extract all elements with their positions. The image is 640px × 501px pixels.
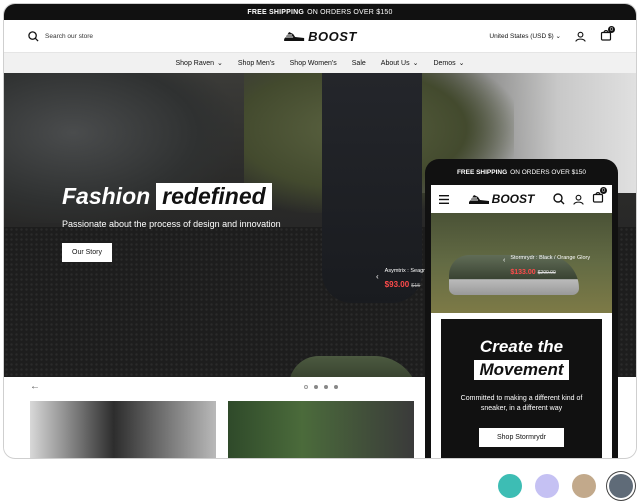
hotspot-old-price: $15 [411, 283, 421, 289]
search-icon[interactable] [553, 193, 565, 205]
theme-color-swatches [498, 474, 633, 498]
account-icon[interactable] [575, 31, 586, 42]
nav-label: Sale [351, 59, 366, 67]
search-icon [28, 30, 39, 42]
mobile-promo-title-line1: Create the [479, 337, 564, 356]
mobile-announcement-bold: FREE SHIPPING [456, 168, 508, 176]
color-swatch-teal[interactable] [498, 474, 522, 498]
carousel-dots [304, 385, 338, 389]
cart-count-badge: 0 [608, 26, 615, 33]
browser-frame: FREE SHIPPING ON ORDERS OVER $150 Search… [3, 3, 637, 459]
mobile-announcement-text: ON ORDERS OVER $150 [510, 168, 587, 176]
mobile-hotspot-price: $133.00 [510, 269, 536, 276]
currency-selector[interactable]: United States (USD $) ⌄ [489, 32, 561, 40]
main-nav: Shop Raven ⌄ Shop Men's Shop Women's Sale… [4, 52, 636, 73]
nav-demos[interactable]: Demos ⌄ [433, 59, 465, 68]
nav-sale[interactable]: Sale [352, 60, 366, 67]
arrow-left-icon[interactable]: ← [30, 381, 40, 392]
announcement-bold: FREE SHIPPING [247, 8, 305, 16]
hamburger-menu-icon[interactable] [439, 194, 449, 204]
mobile-promo-text: Committed to making a different kind of … [460, 395, 583, 413]
shoe-logo-icon [468, 195, 489, 204]
site-logo[interactable]: BOOST [283, 29, 357, 44]
nav-shop-raven[interactable]: Shop Raven ⌄ [175, 59, 223, 68]
chevron-left-icon: ‹ [376, 272, 379, 281]
hero-subtitle: Passionate about the process of design a… [62, 219, 281, 229]
mobile-cart-count-badge: 0 [600, 187, 607, 194]
search-field[interactable]: Search our store [28, 30, 94, 42]
nav-label: About Us [380, 59, 410, 67]
collection-card-image[interactable] [228, 401, 414, 458]
announcement-text: ON ORDERS OVER $150 [307, 8, 393, 16]
nav-label: Shop Men's [237, 59, 275, 67]
nav-label: Demos [433, 59, 456, 67]
color-swatch-tan[interactable] [572, 474, 596, 498]
chevron-down-icon: ⌄ [555, 33, 561, 40]
nav-label: Shop Raven [175, 59, 215, 67]
mobile-header: BOOST 0 [431, 185, 612, 213]
nav-shop-womens[interactable]: Shop Women's [290, 60, 337, 67]
color-swatch-slate[interactable] [609, 474, 633, 498]
chevron-left-icon: ‹ [503, 257, 506, 264]
mobile-cart-button[interactable]: 0 [592, 187, 607, 208]
mobile-hotspot-old-price: $200.00 [537, 270, 556, 276]
mobile-hero: ‹ Stormrydr : Black / Orange Glory $133.… [431, 213, 612, 313]
nav-about-us[interactable]: About Us ⌄ [380, 59, 419, 68]
hero-title-plain: Fashion [62, 183, 151, 209]
nav-shop-mens[interactable]: Shop Men's [238, 60, 275, 67]
mobile-promo-content: Create the Movement Committed to making … [441, 319, 602, 458]
carousel-dot[interactable] [314, 385, 318, 389]
color-swatch-lavender[interactable] [535, 474, 559, 498]
carousel-dot[interactable] [334, 385, 338, 389]
hero-title-boxed: redefined [156, 183, 272, 210]
mobile-promo-title-line2: Movement [474, 360, 569, 380]
shoe-logo-icon [284, 32, 305, 41]
search-placeholder: Search our store [45, 32, 94, 40]
chevron-down-icon: ⌄ [412, 60, 419, 67]
product-hotspot-tag[interactable]: ‹ Asymtrix : Seagr $93.00 $15 [376, 268, 425, 292]
chevron-down-icon: ⌄ [217, 60, 223, 67]
site-header: Search our store BOOST United States (US… [4, 20, 636, 52]
cart-button[interactable]: 0 [600, 26, 615, 43]
mobile-product-hotspot-tag[interactable]: ‹ Stormrydr : Black / Orange Glory $133.… [503, 255, 590, 279]
currency-label: United States (USD $) [489, 33, 554, 40]
hotspot-price: $93.00 [384, 280, 410, 289]
carousel-dot[interactable] [324, 385, 328, 389]
shop-stormrydr-button[interactable]: Shop Stormrydr [478, 428, 565, 448]
our-story-button[interactable]: Our Story [62, 243, 112, 262]
chevron-down-icon: ⌄ [458, 60, 465, 67]
account-icon[interactable] [573, 194, 584, 205]
mobile-announcement-bar: FREE SHIPPING ON ORDERS OVER $150 [425, 159, 618, 185]
hero-title: Fashion redefined [62, 183, 281, 210]
mobile-logo-text: BOOST [491, 192, 535, 206]
announcement-bar: FREE SHIPPING ON ORDERS OVER $150 [4, 4, 636, 20]
collection-card-image[interactable] [30, 401, 216, 458]
logo-text: BOOST [308, 28, 357, 44]
mobile-preview: FREE SHIPPING ON ORDERS OVER $150 BOOST … [425, 159, 618, 458]
hero-content: Fashion redefined Passionate about the p… [62, 183, 281, 262]
carousel-dot[interactable] [304, 385, 308, 389]
mobile-promo-panel: Create the Movement Committed to making … [431, 313, 612, 458]
mobile-logo[interactable]: BOOST [457, 192, 545, 206]
nav-label: Shop Women's [289, 59, 337, 67]
